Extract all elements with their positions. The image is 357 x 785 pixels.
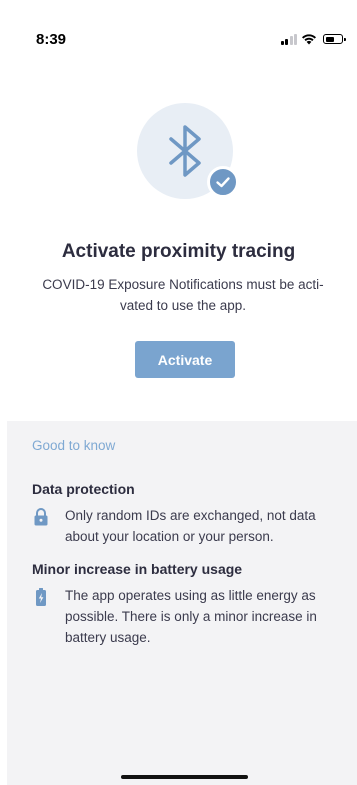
status-icons xyxy=(280,33,346,45)
data-protection-text: Only random IDs are exchanged, not data … xyxy=(65,508,316,544)
good-to-know-heading: Good to know xyxy=(32,438,116,453)
battery-usage-text: The app operates using as little energy … xyxy=(65,588,317,645)
page-title: Activate proximity tracing xyxy=(61,241,296,262)
cellular-signal-icon xyxy=(280,33,297,45)
status-bar: 8:39 xyxy=(0,0,357,60)
data-protection-row: Only random IDs are exchanged, not data … xyxy=(32,505,342,549)
data-protection-title: Data protection xyxy=(32,481,135,497)
battery-usage-row: The app operates using as little energy … xyxy=(32,585,342,649)
activate-button[interactable]: Activate xyxy=(135,341,235,378)
checkmark-icon xyxy=(216,177,230,188)
page-subtitle: COVID-19 Exposure Notifications must be … xyxy=(42,277,324,313)
check-badge xyxy=(207,166,239,198)
status-time: 8:39 xyxy=(36,31,67,48)
battery-icon xyxy=(323,34,346,44)
battery-charging-icon xyxy=(36,588,46,606)
home-indicator[interactable] xyxy=(121,775,248,779)
good-to-know-panel: Good to know Data protection Only random… xyxy=(7,421,357,785)
battery-usage-title: Minor increase in battery usage xyxy=(32,561,243,577)
wifi-icon xyxy=(302,34,316,45)
lock-icon xyxy=(34,508,48,526)
